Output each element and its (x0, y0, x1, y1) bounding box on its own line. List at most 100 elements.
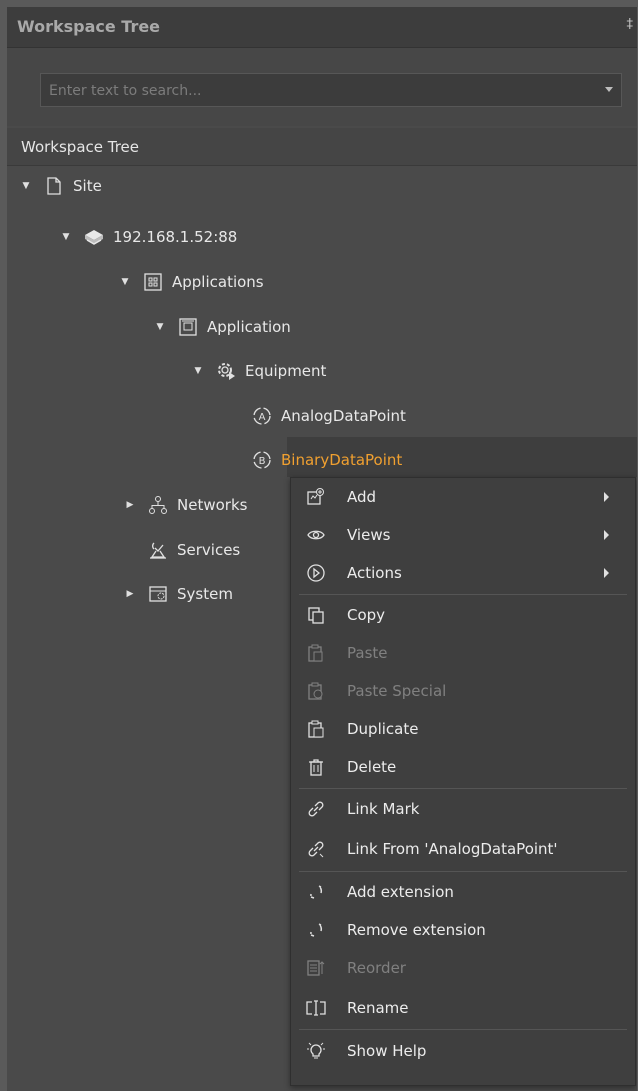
expanded-caret-icon[interactable]: ▼ (21, 181, 31, 191)
tree-node-label: Applications (172, 273, 264, 291)
trash-icon (304, 755, 328, 779)
search-input[interactable] (41, 74, 591, 108)
remove-extension-icon (304, 918, 328, 942)
tree-node-label: Site (73, 177, 102, 195)
tree-node-label: Equipment (245, 362, 327, 380)
tree-node-site[interactable]: ▼ Site (21, 173, 102, 199)
workspace-tree-panel: Workspace Tree ‡ Workspace Tree ▼ Site ▼… (7, 7, 637, 1091)
collapsed-caret-icon[interactable]: ▶ (125, 589, 135, 599)
menu-item-delete[interactable]: Delete (291, 748, 635, 786)
menu-item-label: Paste (347, 644, 388, 662)
menu-item-label: Add extension (347, 883, 454, 901)
system-icon (147, 583, 169, 605)
copy-icon (304, 603, 328, 627)
paste-special-icon (304, 679, 328, 703)
menu-item-show-help[interactable]: Show Help (291, 1032, 635, 1070)
paste-icon (304, 641, 328, 665)
menu-separator (299, 1029, 627, 1030)
application-icon (177, 316, 199, 338)
menu-item-copy[interactable]: Copy (291, 596, 635, 634)
menu-item-label: Copy (347, 606, 386, 624)
menu-item-label: Views (347, 526, 391, 544)
submenu-arrow-icon (604, 492, 609, 502)
menu-item-reorder[interactable]: Reorder (291, 949, 635, 987)
tree-node-label: Services (177, 541, 241, 559)
tree-node-system[interactable]: ▶ System (125, 581, 233, 607)
menu-separator (299, 788, 627, 789)
menu-item-label: Remove extension (347, 921, 486, 939)
menu-item-label: Duplicate (347, 720, 419, 738)
menu-item-label: Reorder (347, 959, 406, 977)
menu-item-label: Rename (347, 999, 409, 1017)
link-from-icon (304, 837, 328, 861)
menu-item-add-extension[interactable]: Add extension (291, 873, 635, 911)
menu-item-link-mark[interactable]: Link Mark (291, 790, 635, 828)
tree-node-label: Networks (177, 496, 248, 514)
menu-item-rename[interactable]: Rename (291, 989, 635, 1027)
networks-icon (147, 494, 169, 516)
server-icon (83, 226, 105, 248)
equipment-gear-icon (215, 360, 237, 382)
pin-icon[interactable]: ‡ (627, 17, 634, 32)
submenu-arrow-icon (604, 530, 609, 540)
tree-node-applications[interactable]: ▼ Applications (120, 269, 264, 295)
play-circle-icon (304, 561, 328, 585)
tree-node-label: 192.168.1.52:88 (113, 228, 238, 246)
rename-icon (304, 996, 328, 1020)
panel-title: Workspace Tree (17, 17, 161, 36)
menu-item-label: Paste Special (347, 682, 447, 700)
tree-node-server[interactable]: ▼ 192.168.1.52:88 (61, 224, 238, 250)
menu-item-views[interactable]: Views (291, 516, 635, 554)
expanded-caret-icon[interactable]: ▼ (155, 322, 165, 332)
menu-item-label: Link From 'AnalogDataPoint' (347, 840, 558, 858)
page-icon (43, 175, 65, 197)
applications-icon (142, 271, 164, 293)
tree-node-label: Application (207, 318, 291, 336)
tree-node-label: System (177, 585, 233, 603)
tree-node-networks[interactable]: ▶ Networks (125, 492, 247, 518)
submenu-arrow-icon (604, 568, 609, 578)
menu-item-label: Add (347, 488, 377, 506)
binary-datapoint-icon: B (251, 449, 273, 471)
add-extension-icon (304, 880, 328, 904)
menu-item-duplicate[interactable]: Duplicate (291, 710, 635, 748)
menu-separator (299, 594, 627, 595)
collapsed-caret-icon[interactable]: ▶ (125, 500, 135, 510)
services-icon (147, 539, 169, 561)
svg-text:A: A (259, 412, 266, 423)
menu-item-add[interactable]: Add (291, 478, 635, 516)
context-menu: Add Views Actions Copy Paste Paste Speci… (290, 477, 636, 1086)
panel-titlebar: Workspace Tree ‡ (7, 7, 637, 48)
menu-item-label: Show Help (347, 1042, 427, 1060)
expanded-caret-icon[interactable]: ▼ (61, 232, 71, 242)
tree-node-analog-datapoint[interactable]: A AnalogDataPoint (251, 403, 406, 429)
tree-header: Workspace Tree (7, 128, 637, 166)
search-box[interactable] (40, 73, 622, 108)
menu-item-actions[interactable]: Actions (291, 554, 635, 592)
menu-item-label: Actions (347, 564, 402, 582)
menu-item-link-from[interactable]: Link From 'AnalogDataPoint' (291, 830, 635, 868)
tree-node-binary-datapoint[interactable]: B BinaryDataPoint (251, 447, 402, 473)
svg-text:B: B (259, 456, 266, 467)
eye-icon (304, 523, 328, 547)
reorder-icon (304, 956, 328, 980)
analog-datapoint-icon: A (251, 405, 273, 427)
menu-item-paste-special[interactable]: Paste Special (291, 672, 635, 710)
expanded-caret-icon[interactable]: ▼ (193, 366, 203, 376)
tree-node-application[interactable]: ▼ Application (155, 314, 291, 340)
link-icon (304, 797, 328, 821)
menu-item-remove-extension[interactable]: Remove extension (291, 911, 635, 949)
dropdown-arrow-icon[interactable] (605, 87, 613, 92)
tree-node-services[interactable]: Services (147, 537, 240, 563)
add-icon (304, 485, 328, 509)
lightbulb-icon (304, 1039, 328, 1063)
expanded-caret-icon[interactable]: ▼ (120, 277, 130, 287)
tree-node-label: AnalogDataPoint (281, 407, 406, 425)
menu-item-paste[interactable]: Paste (291, 634, 635, 672)
tree-node-label: BinaryDataPoint (281, 451, 403, 469)
menu-item-label: Link Mark (347, 800, 420, 818)
tree-node-equipment[interactable]: ▼ Equipment (193, 358, 326, 384)
menu-separator (299, 871, 627, 872)
search-area (7, 48, 637, 126)
duplicate-icon (304, 717, 328, 741)
